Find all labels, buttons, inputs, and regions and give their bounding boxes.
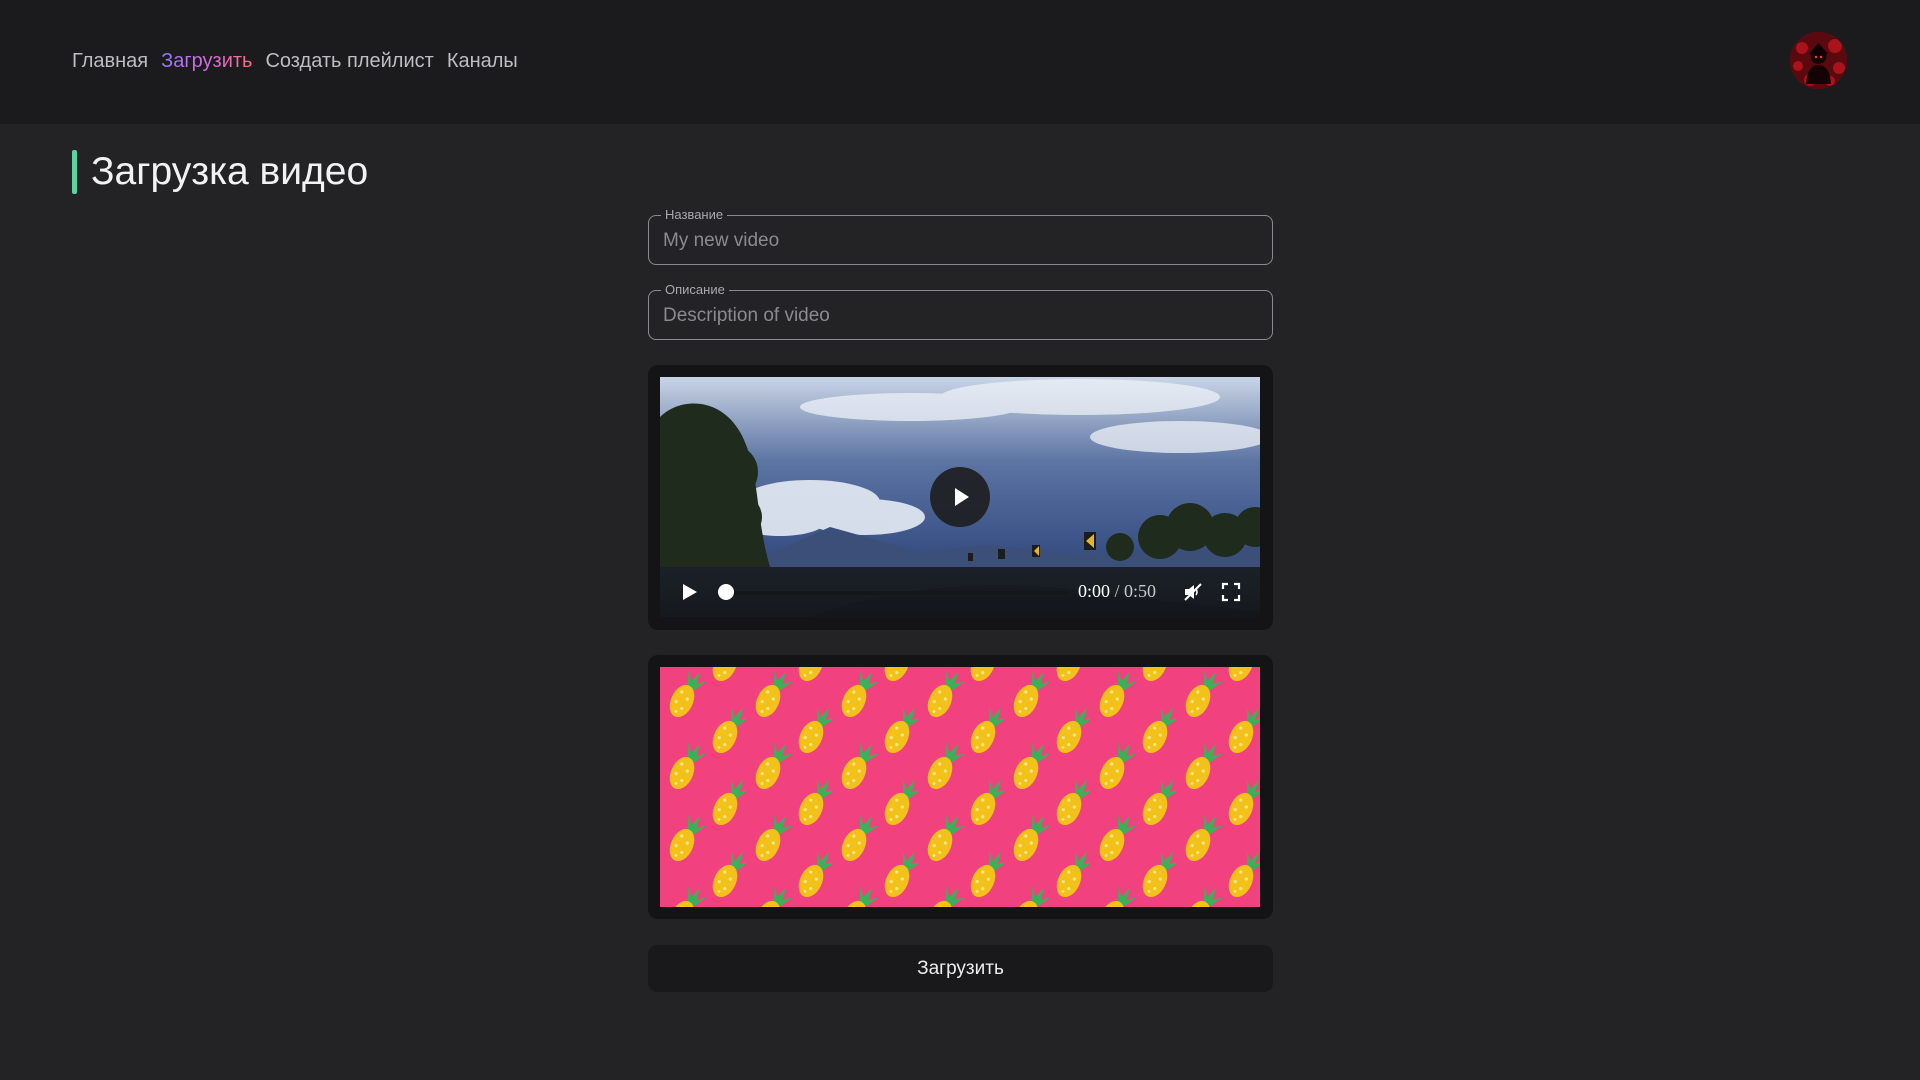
name-field: Название bbox=[648, 207, 1273, 265]
page-title-wrap: Загрузка видео bbox=[72, 150, 368, 194]
avatar-image bbox=[1790, 32, 1847, 89]
big-play-button[interactable] bbox=[930, 467, 990, 527]
time-separator: / bbox=[1110, 581, 1125, 601]
description-field: Описание bbox=[648, 282, 1273, 340]
upload-submit-button[interactable]: Загрузить bbox=[648, 945, 1273, 992]
nav-item-home[interactable]: Главная bbox=[72, 50, 148, 73]
page-title: Загрузка видео bbox=[91, 150, 369, 193]
play-icon[interactable] bbox=[678, 581, 700, 603]
progress-knob[interactable] bbox=[718, 584, 734, 600]
video-controls: 0:00 / 0:50 bbox=[660, 567, 1260, 617]
nav-item-channels[interactable]: Каналы bbox=[447, 50, 518, 73]
description-input[interactable] bbox=[663, 304, 1253, 328]
video-preview-card: 0:00 / 0:50 bbox=[648, 365, 1273, 630]
user-avatar[interactable] bbox=[1790, 32, 1847, 89]
nav-item-create-playlist[interactable]: Создать плейлист bbox=[265, 50, 433, 73]
description-field-label: Описание bbox=[661, 282, 729, 297]
nav-item-upload[interactable]: Загрузить bbox=[161, 50, 252, 73]
time-display: 0:00 / 0:50 bbox=[1078, 581, 1156, 602]
thumbnail-preview-card bbox=[648, 655, 1273, 919]
name-field-label: Название bbox=[661, 207, 728, 222]
play-icon bbox=[955, 488, 969, 506]
video-player[interactable]: 0:00 / 0:50 bbox=[660, 377, 1260, 617]
thumbnail-image[interactable] bbox=[660, 667, 1260, 907]
fullscreen-icon[interactable] bbox=[1220, 581, 1242, 603]
title-accent-bar bbox=[72, 150, 77, 194]
volume-muted-icon[interactable] bbox=[1182, 581, 1204, 603]
top-header: Главная Загрузить Создать плейлист Канал… bbox=[0, 0, 1920, 124]
name-input[interactable] bbox=[663, 229, 1253, 253]
pineapple-pattern-image bbox=[660, 667, 1260, 907]
current-time: 0:00 bbox=[1078, 581, 1111, 601]
duration: 0:50 bbox=[1124, 581, 1157, 601]
main-nav: Главная Загрузить Создать плейлист Канал… bbox=[72, 50, 518, 73]
progress-bar[interactable] bbox=[720, 591, 1068, 595]
